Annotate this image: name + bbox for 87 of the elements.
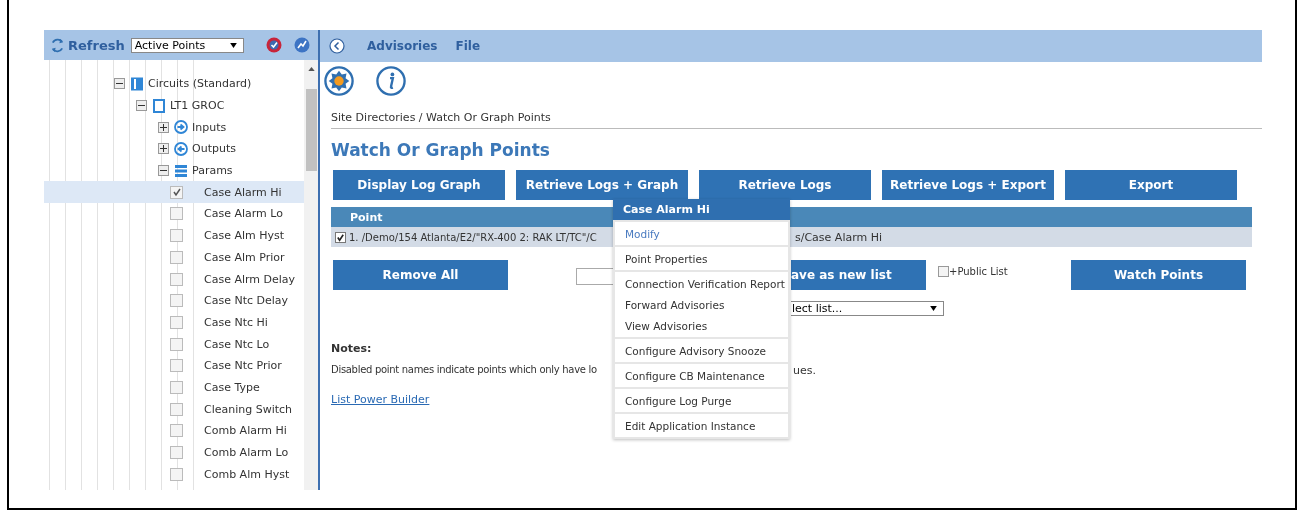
- action-button[interactable]: Retrieve Logs: [699, 170, 871, 200]
- action-button[interactable]: Display Log Graph: [333, 170, 505, 200]
- checkbox[interactable]: [170, 294, 183, 308]
- notes-text: Disabled point names indicate points which only have lo: [331, 364, 598, 377]
- tree-item[interactable]: Case Alm Prior: [204, 250, 285, 264]
- filter-dropdown[interactable]: Active Points: [130, 37, 244, 53]
- collapse-icon[interactable]: [136, 100, 147, 112]
- tree-item[interactable]: Case Ntc Hi: [204, 315, 268, 329]
- checkbox[interactable]: [170, 467, 183, 481]
- tree-item[interactable]: Circuits (Standard): [148, 77, 252, 91]
- checkbox[interactable]: [170, 250, 183, 264]
- checkbox[interactable]: [170, 207, 183, 221]
- menu-item[interactable]: Connection Verification Report: [615, 273, 788, 294]
- scroll-thumb[interactable]: [305, 89, 317, 171]
- menu-item[interactable]: File: [455, 39, 481, 53]
- refresh-button[interactable]: Refresh: [50, 37, 125, 53]
- column-header: Point: [350, 210, 383, 224]
- expand-icon[interactable]: [158, 143, 169, 155]
- tree-item[interactable]: Cleaning Switch: [204, 402, 293, 416]
- graph-circle-icon[interactable]: [293, 37, 310, 53]
- list-dropdown[interactable]: lect list...: [791, 301, 944, 316]
- caret-icon: [930, 306, 937, 311]
- remove-all-button[interactable]: Remove All: [333, 260, 508, 290]
- page-heading: Watch Or Graph Points: [331, 139, 551, 161]
- collapse-icon[interactable]: [114, 78, 125, 90]
- action-button[interactable]: Retrieve Logs + Graph: [516, 170, 688, 200]
- list-power-builder-link[interactable]: List Power Builder: [331, 393, 430, 406]
- action-button[interactable]: Export: [1065, 170, 1237, 200]
- menu-item[interactable]: Edit Application Instance: [615, 415, 788, 436]
- checkbox[interactable]: [170, 359, 183, 373]
- checkbox[interactable]: [170, 185, 183, 199]
- checkbox-label: +Public List: [949, 265, 1008, 277]
- menu-item[interactable]: Configure Log Purge: [615, 390, 788, 411]
- checkbox[interactable]: [170, 272, 183, 286]
- save-list-button[interactable]: ave as new list: [791, 260, 926, 290]
- menu-item[interactable]: Advisories: [367, 39, 438, 53]
- tree-item[interactable]: Case Type: [204, 380, 260, 394]
- tree-item[interactable]: Comb Alarm Lo: [204, 446, 289, 460]
- scrollbar[interactable]: [304, 60, 318, 490]
- tree-item[interactable]: Case Alarm Lo: [204, 207, 283, 221]
- circuit-icon: [130, 76, 144, 91]
- checkbox[interactable]: [170, 229, 183, 243]
- tree-item[interactable]: Case Alm Hyst: [204, 229, 285, 243]
- refresh-icon: [50, 37, 65, 53]
- tree-item[interactable]: Case Ntc Delay: [204, 294, 289, 308]
- collapse-icon[interactable]: [158, 165, 169, 177]
- checkbox[interactable]: [170, 446, 183, 460]
- breadcrumb: Site Directories / Watch Or Graph Points: [331, 111, 1262, 129]
- tree-item[interactable]: Comb Alm Hyst: [204, 467, 290, 481]
- checkbox[interactable]: [170, 315, 183, 329]
- menu-item[interactable]: Forward Advisories: [615, 294, 788, 315]
- settings-icon[interactable]: [324, 66, 354, 96]
- action-button[interactable]: Retrieve Logs + Export: [882, 170, 1054, 200]
- device-icon: [152, 98, 166, 113]
- menu-item[interactable]: Configure Advisory Snooze: [615, 340, 788, 361]
- checkbox[interactable]: [335, 231, 346, 243]
- expand-icon[interactable]: [158, 121, 169, 133]
- caret-icon: [229, 42, 237, 48]
- checkbox[interactable]: [170, 337, 183, 351]
- watch-points-button[interactable]: Watch Points: [1071, 260, 1246, 290]
- tree-item[interactable]: Case Alrm Delay: [204, 272, 296, 286]
- list-icon: [174, 163, 188, 178]
- scroll-up-icon[interactable]: [307, 67, 315, 71]
- notes-text: ues.: [793, 364, 816, 377]
- tree-item[interactable]: Outputs: [192, 142, 236, 156]
- menu-item[interactable]: Configure CB Maintenance: [615, 365, 788, 386]
- checkbox[interactable]: [170, 424, 183, 438]
- point-path: s/Case Alarm Hi: [795, 230, 883, 244]
- tree-item[interactable]: Inputs: [192, 120, 227, 134]
- tree-item[interactable]: Case Alarm Hi: [204, 185, 282, 199]
- menu-title: Case Alarm Hi: [613, 199, 790, 220]
- tree-item[interactable]: Params: [192, 164, 233, 178]
- checkbox[interactable]: [170, 380, 183, 394]
- back-icon[interactable]: [329, 38, 345, 54]
- menu-item[interactable]: View Advisories: [615, 315, 788, 336]
- tree-item[interactable]: LT1 GROC: [170, 99, 225, 113]
- info-icon[interactable]: [376, 66, 406, 96]
- checkbox[interactable]: [170, 402, 183, 416]
- tree-item[interactable]: Case Ntc Prior: [204, 359, 282, 373]
- menu-item[interactable]: Point Properties: [615, 248, 788, 269]
- point-path: 1. /Demo/154 Atlanta/E2/"RX-400 2: RAK LT/TC"/C: [349, 231, 598, 243]
- check-circle-icon[interactable]: [265, 37, 282, 53]
- tree-item[interactable]: Case Ntc Lo: [204, 337, 270, 351]
- menu-item[interactable]: Modify: [615, 223, 788, 244]
- checkbox[interactable]: [938, 265, 949, 277]
- tree-item[interactable]: Comb Alarm Hi: [204, 424, 287, 438]
- notes-title: Notes:: [331, 342, 372, 355]
